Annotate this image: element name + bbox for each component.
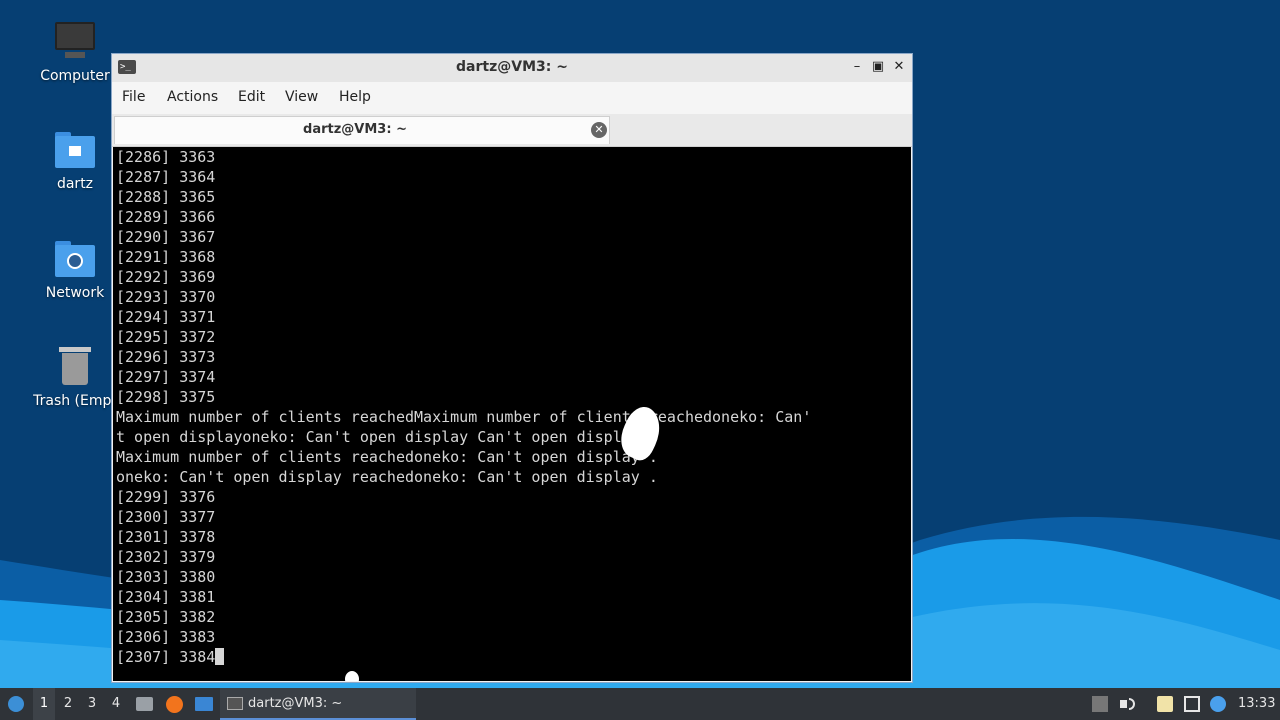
terminal-cursor (215, 648, 225, 665)
terminal-line: [2287] 3364 (116, 168, 216, 186)
terminal-line: [2307] 3384 (116, 648, 216, 666)
computer-icon (53, 20, 97, 64)
show-desktop-button[interactable] (193, 688, 215, 720)
terminal-line: [2298] 3375 (116, 388, 216, 406)
terminal-output[interactable]: [2286] 3363 [2287] 3364 [2288] 3365 [228… (113, 147, 911, 681)
firefox-icon (166, 696, 183, 713)
terminal-lines: [2286] 3363 [2287] 3364 [2288] 3365 [228… (116, 147, 811, 667)
maximize-button[interactable]: ▣ (869, 58, 887, 76)
clipboard-icon[interactable] (1157, 696, 1173, 712)
terminal-line: [2286] 3363 (116, 148, 216, 166)
menu-file[interactable]: File (122, 89, 145, 105)
tab-title: dartz@VM3: ~ (303, 122, 407, 137)
tab-close-icon[interactable]: ✕ (591, 122, 607, 138)
start-menu-button[interactable] (4, 688, 28, 720)
terminal-line: [2305] 3382 (116, 608, 216, 626)
terminal-window: >_ dartz@VM3: ~ – ▣ ✕ File Actions Edit … (111, 53, 913, 683)
workspace-2[interactable]: 2 (57, 688, 79, 720)
terminal-line: [2303] 3380 (116, 568, 216, 586)
terminal-line: Maximum number of clients reachedMaximum… (116, 408, 812, 426)
terminal-line: [2290] 3367 (116, 228, 216, 246)
terminal-line: [2297] 3374 (116, 368, 216, 386)
terminal-line: [2288] 3365 (116, 188, 216, 206)
trash-icon (53, 345, 97, 389)
window-titlebar[interactable]: >_ dartz@VM3: ~ – ▣ ✕ (112, 54, 912, 83)
workspace-3[interactable]: 3 (81, 688, 103, 720)
tray-arrow-icon[interactable] (1092, 696, 1108, 712)
terminal-line: oneko: Can't open display reachedoneko: … (116, 468, 658, 486)
menu-view[interactable]: View (285, 89, 318, 105)
network-folder-icon (53, 237, 97, 281)
menu-edit[interactable]: Edit (238, 89, 265, 105)
menu-actions[interactable]: Actions (167, 89, 218, 105)
menu-help[interactable]: Help (339, 89, 371, 105)
taskbar-task-terminal[interactable]: dartz@VM3: ~ (220, 688, 416, 720)
oneko-cat-sprite (345, 671, 359, 681)
terminal-line: [2293] 3370 (116, 288, 216, 306)
terminal-line: [2294] 3371 (116, 308, 216, 326)
desktop-icon (195, 697, 213, 711)
terminal-line: [2302] 3379 (116, 548, 216, 566)
terminal-line: [2289] 3366 (116, 208, 216, 226)
workspace-1[interactable]: 1 (33, 688, 55, 720)
terminal-line: Maximum number of clients reachedoneko: … (116, 448, 658, 466)
notification-icon[interactable] (1210, 696, 1226, 712)
tab-bar: dartz@VM3: ~ ✕ (112, 114, 912, 147)
window-title: dartz@VM3: ~ (456, 59, 568, 75)
terminal-icon (227, 697, 243, 710)
firefox-launcher[interactable] (164, 688, 184, 720)
terminal-tab[interactable]: dartz@VM3: ~ ✕ (114, 116, 610, 144)
taskbar: 1 2 3 4 dartz@VM3: ~ 13:33 (0, 688, 1280, 720)
folder-icon (136, 697, 153, 711)
file-manager-launcher[interactable] (134, 688, 154, 720)
volume-icon[interactable] (1120, 696, 1136, 712)
terminal-line: [2300] 3377 (116, 508, 216, 526)
terminal-line: t open displayoneko: Can't open display … (116, 428, 658, 446)
terminal-line: [2301] 3378 (116, 528, 216, 546)
terminal-line: [2296] 3373 (116, 348, 216, 366)
workspace-4[interactable]: 4 (105, 688, 127, 720)
task-label: dartz@VM3: ~ (248, 696, 343, 711)
terminal-line: [2291] 3368 (116, 248, 216, 266)
terminal-line: [2299] 3376 (116, 488, 216, 506)
terminal-line: [2304] 3381 (116, 588, 216, 606)
network-status-icon[interactable] (1184, 696, 1200, 712)
terminal-line: [2292] 3369 (116, 268, 216, 286)
minimize-button[interactable]: – (848, 58, 866, 76)
clock[interactable]: 13:33 (1238, 688, 1278, 720)
home-folder-icon (53, 128, 97, 172)
close-button[interactable]: ✕ (890, 58, 908, 76)
terminal-line: [2306] 3383 (116, 628, 216, 646)
terminal-line: [2295] 3372 (116, 328, 216, 346)
distro-logo-icon (8, 696, 24, 712)
menu-bar: File Actions Edit View Help (112, 82, 912, 114)
